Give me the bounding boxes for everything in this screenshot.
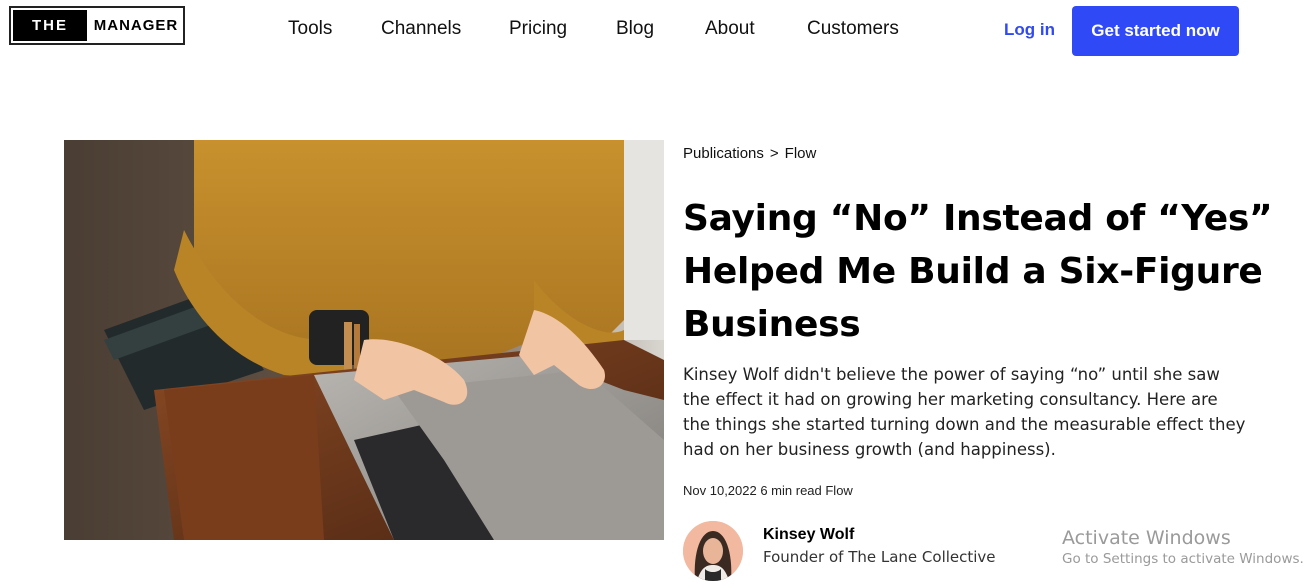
nav-channels[interactable]: Channels xyxy=(381,18,461,40)
logo-the-text: THE xyxy=(11,8,89,43)
title-line-1: Saying “No” Instead of “Yes” xyxy=(683,198,1273,239)
login-link[interactable]: Log in xyxy=(1004,19,1055,41)
breadcrumb-separator: > xyxy=(769,145,779,162)
page: THE MANAGER Tools Channels Pricing Blog … xyxy=(0,0,1307,588)
get-started-button[interactable]: Get started now xyxy=(1072,6,1239,56)
title-line-3: Business xyxy=(683,304,861,345)
logo-manager-text: MANAGER xyxy=(89,8,183,43)
article-title: Saying “No” Instead of “Yes” Helped Me B… xyxy=(683,192,1283,351)
article-meta: Nov 10,2022 6 min read Flow xyxy=(683,483,853,498)
nav-pricing[interactable]: Pricing xyxy=(509,18,567,40)
nav-customers[interactable]: Customers xyxy=(807,18,899,40)
title-line-2: Helped Me Build a Six-Figure xyxy=(683,251,1263,292)
nav-blog[interactable]: Blog xyxy=(616,18,654,40)
author-avatar[interactable] xyxy=(683,521,743,581)
hero-photo-illustration xyxy=(64,140,664,540)
activate-windows-subtitle: Go to Settings to activate Windows. xyxy=(1062,551,1304,567)
hero-image xyxy=(64,140,664,540)
article-description: Kinsey Wolf didn't believe the power of … xyxy=(683,365,1246,459)
breadcrumb-flow[interactable]: Flow xyxy=(785,145,817,162)
activate-windows-title: Activate Windows xyxy=(1062,527,1231,549)
nav-tools[interactable]: Tools xyxy=(288,18,332,40)
author-name[interactable]: Kinsey Wolf xyxy=(763,526,854,544)
breadcrumb: Publications > Flow xyxy=(683,144,816,163)
avatar-portrait xyxy=(683,521,743,581)
nav-about[interactable]: About xyxy=(705,18,755,40)
breadcrumb-publications[interactable]: Publications xyxy=(683,145,764,162)
brand-logo[interactable]: THE MANAGER xyxy=(9,6,185,45)
author-role: Founder of The Lane Collective xyxy=(763,548,996,566)
